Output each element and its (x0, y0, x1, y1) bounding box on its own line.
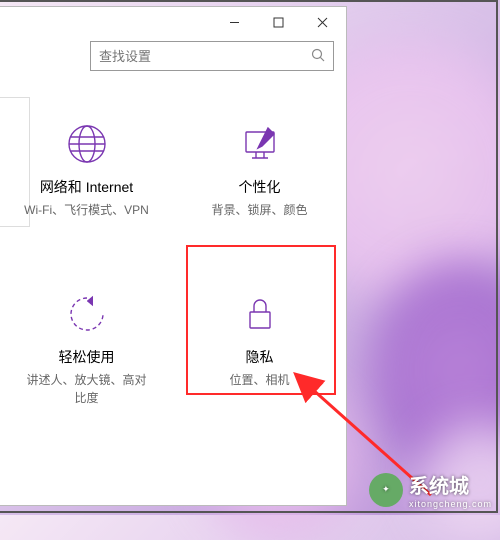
window-titlebar (0, 7, 346, 37)
personalization-icon (238, 115, 282, 173)
watermark-brand: 系统城 (409, 476, 469, 498)
watermark-logo-icon: ✦ (369, 473, 403, 507)
maximize-button[interactable] (256, 8, 300, 36)
tile-subtitle: 位置、相机 (229, 371, 289, 389)
tile-title: 隐私 (246, 347, 274, 367)
lock-icon (238, 285, 282, 343)
minimize-button[interactable] (212, 8, 256, 36)
watermark-url: xitongcheng.com (409, 499, 492, 509)
search-box[interactable] (90, 41, 334, 71)
tile-title: 轻松使用 (59, 347, 115, 367)
tile-personalization[interactable]: 个性化 背景、锁屏、颜色 (185, 109, 335, 279)
search-icon (303, 48, 333, 65)
tile-title: 网络和 Internet (40, 177, 133, 197)
settings-grid: 网络和 Internet Wi-Fi、飞行模式、VPN 个性化 背景、锁屏、颜色 (0, 79, 346, 505)
search-input[interactable] (91, 49, 303, 64)
tile-privacy[interactable]: 隐私 位置、相机 (185, 279, 335, 449)
globe-icon (65, 115, 109, 173)
watermark: ✦ 系统城 xitongcheng.com (369, 470, 492, 509)
tile-subtitle: 讲述人、放大镜、高对比度 (22, 371, 152, 407)
tile-network-internet[interactable]: 网络和 Internet Wi-Fi、飞行模式、VPN (12, 109, 162, 279)
tile-subtitle: 背景、锁屏、颜色 (211, 201, 307, 219)
tile-ease-of-access[interactable]: 轻松使用 讲述人、放大镜、高对比度 (12, 279, 162, 449)
tile-title: 个性化 (239, 177, 281, 197)
settings-window: 网络和 Internet Wi-Fi、飞行模式、VPN 个性化 背景、锁屏、颜色 (0, 6, 347, 506)
close-button[interactable] (300, 8, 344, 36)
ease-of-access-icon (65, 285, 109, 343)
tile-subtitle: Wi-Fi、飞行模式、VPN (24, 201, 149, 219)
